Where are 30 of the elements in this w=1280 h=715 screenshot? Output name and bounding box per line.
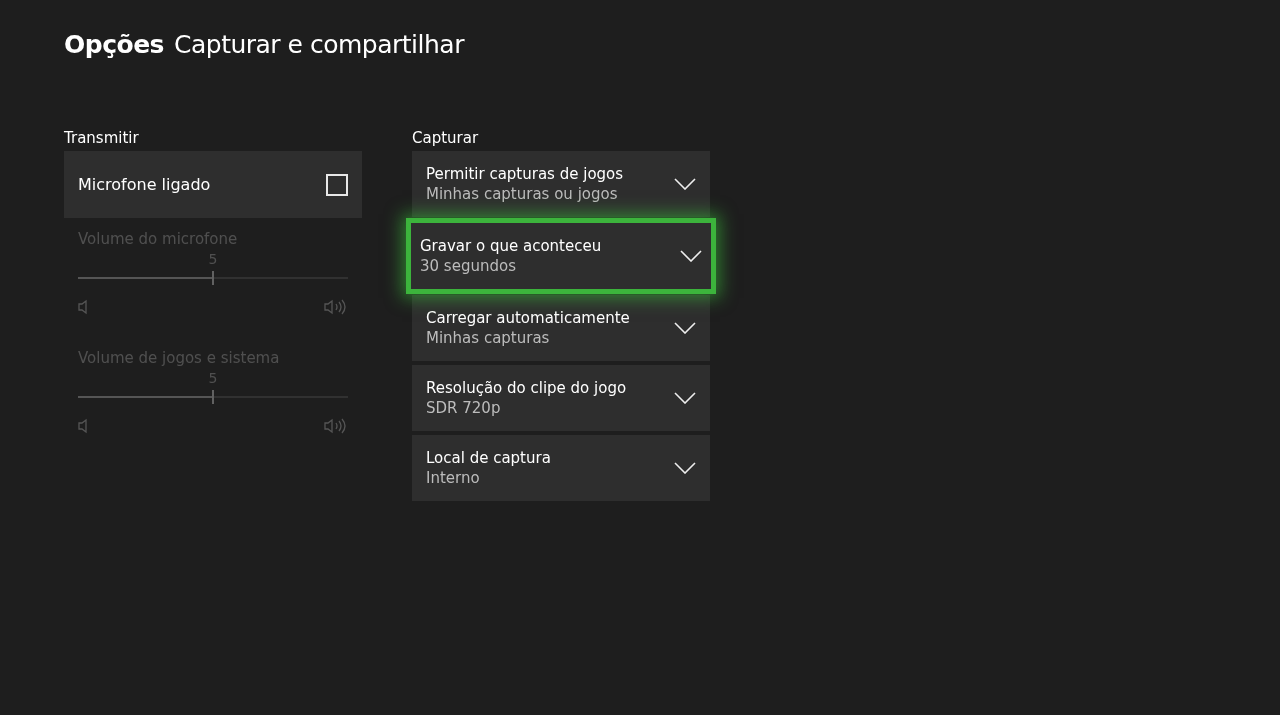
section-heading: Transmitir [64, 129, 140, 149]
chevron-down-icon [680, 250, 702, 262]
chevron-down-icon [674, 178, 696, 190]
speaker-loud-icon [324, 418, 348, 434]
dropdown-option[interactable]: Resolução do clipe do jogo SDR 720p [412, 365, 710, 431]
option-value: Interno [426, 469, 481, 487]
option-label: Resolução do clipe do jogo [426, 379, 627, 397]
option-label: Local de captura [426, 449, 551, 467]
dropdown-option[interactable]: Local de captura Interno [412, 435, 710, 501]
dropdown-option[interactable]: Permitir capturas de jogos Minhas capturas ou jogos [412, 151, 710, 217]
page-section-title: Opções [64, 30, 164, 59]
option-label: Carregar automaticamente [426, 309, 630, 327]
option-value: 30 segundos [420, 257, 517, 275]
option-value: Minhas capturas [426, 329, 551, 347]
microphone-toggle[interactable]: Microfone ligado [64, 151, 362, 218]
chevron-down-icon [674, 322, 696, 334]
dropdown-option[interactable]: Carregar automaticamente Minhas capturas [412, 295, 710, 361]
option-value: SDR 720p [426, 399, 502, 417]
speaker-icon [78, 418, 90, 434]
section-heading: Capturar [412, 129, 480, 149]
option-value: Minhas capturas ou jogos [426, 185, 619, 203]
chevron-down-icon [674, 392, 696, 404]
page-title: Capturar e compartilhar [174, 30, 464, 59]
speaker-loud-icon [324, 299, 348, 315]
option-label: Gravar o que aconteceu [420, 237, 602, 255]
speaker-icon [78, 299, 90, 315]
dropdown-option[interactable]: Gravar o que aconteceu 30 segundos [406, 218, 716, 294]
chevron-down-icon [674, 462, 696, 474]
option-label: Permitir capturas de jogos [426, 165, 624, 183]
checkbox[interactable] [326, 173, 348, 196]
